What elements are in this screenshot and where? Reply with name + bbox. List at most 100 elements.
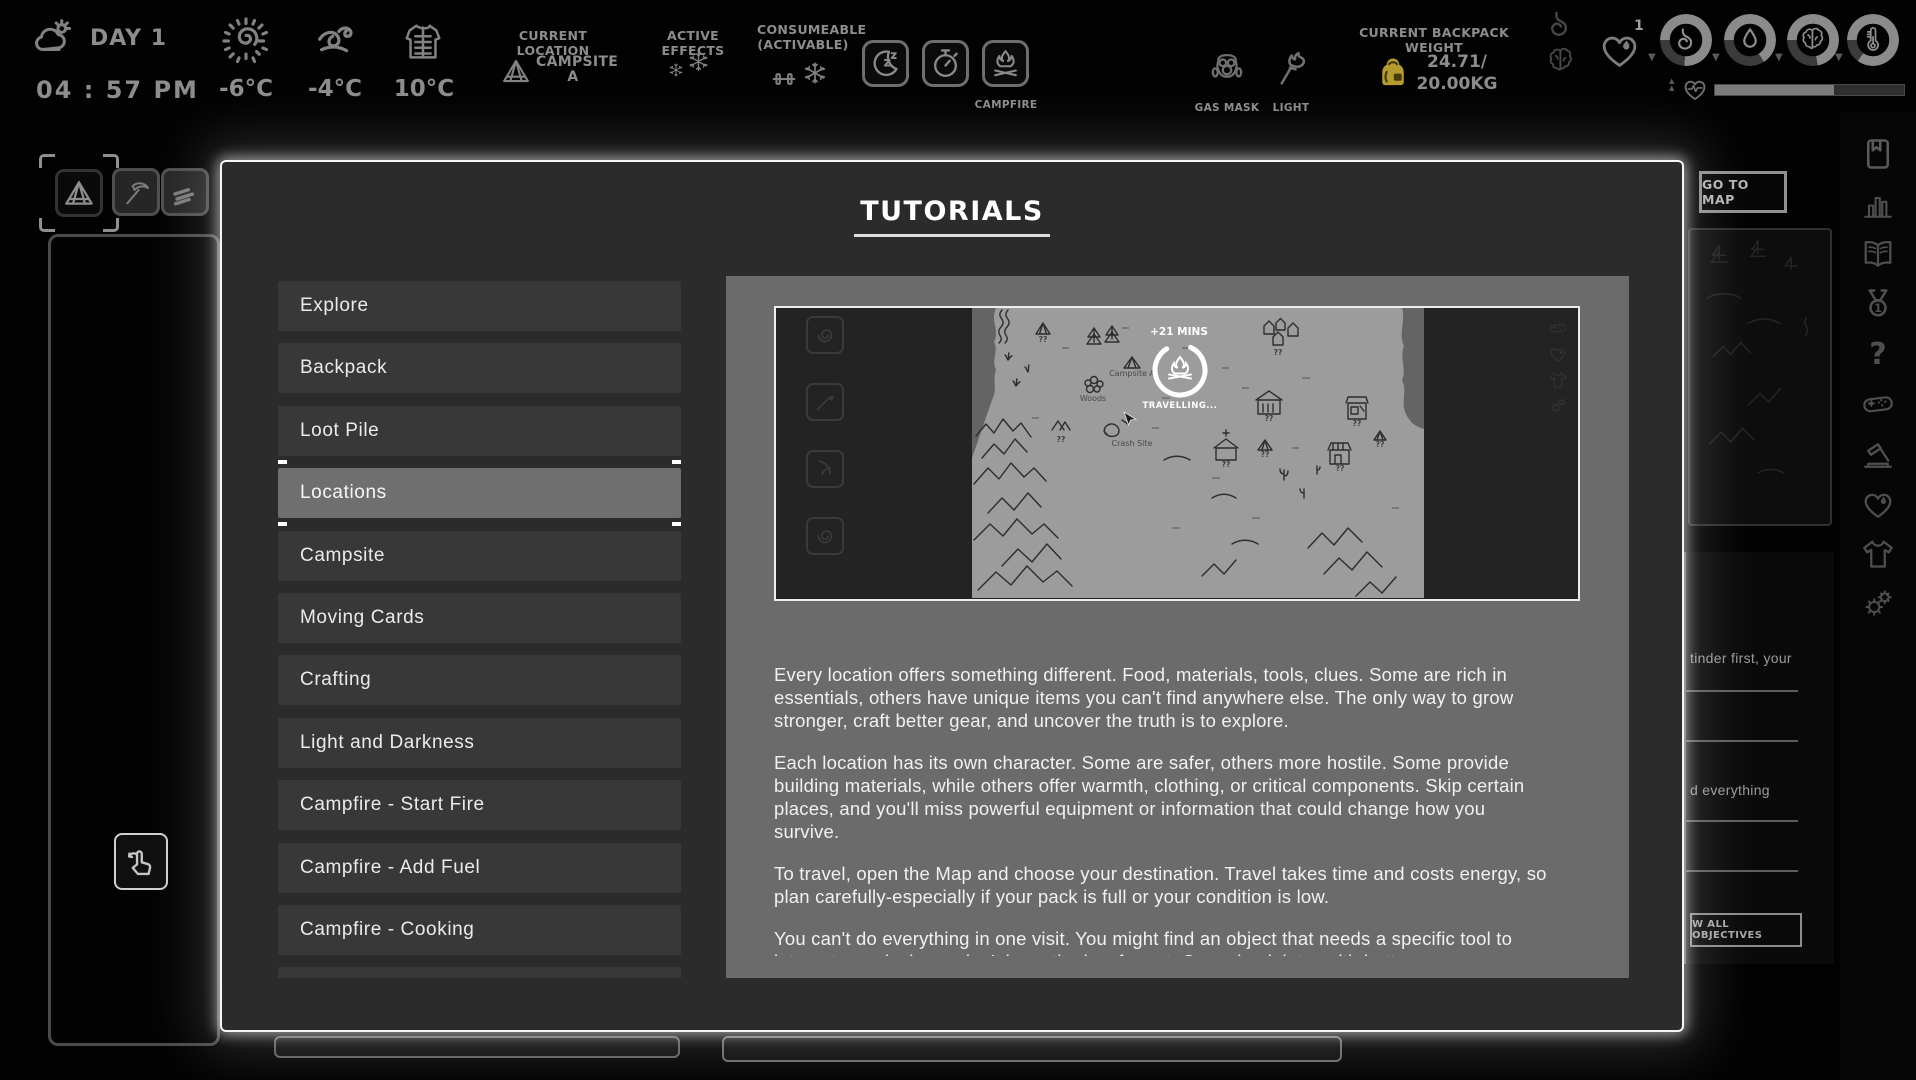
svg-text:1: 1 <box>1874 302 1882 315</box>
tutorial-topic-item[interactable]: Light and Darkness <box>278 718 681 768</box>
logs-icon <box>169 176 201 208</box>
campfire-icon <box>989 47 1022 80</box>
travelling-label: TRAVELLING... <box>1142 401 1217 411</box>
go-to-map-label: GO TO MAP <box>1702 177 1784 207</box>
tutorials-modal: TUTORIALS ExploreBackpackLoot PileLocati… <box>222 162 1682 1030</box>
svg-text:??: ?? <box>1376 440 1385 449</box>
tutorial-topic-item[interactable]: Explore <box>278 281 681 331</box>
tab-campsite[interactable] <box>48 162 110 224</box>
tent-tab-icon <box>63 177 95 209</box>
tab-wood[interactable] <box>161 168 209 216</box>
medal-icon[interactable]: 1 <box>1860 286 1896 322</box>
svg-text:??: ?? <box>1274 348 1283 357</box>
tutorial-topic-label: Campfire - Start Fire <box>300 794 485 816</box>
tutorial-text-line: essentials, others have unique items you… <box>774 686 1580 709</box>
backpack-icon <box>1374 50 1412 94</box>
tutorial-topic-item-partial[interactable] <box>278 967 681 978</box>
current-location-value: CAMPSITE A <box>536 55 610 85</box>
tutorial-text-line: You can't do everything in one visit. Yo… <box>774 927 1580 950</box>
svg-text:??: ?? <box>1353 419 1362 428</box>
svg-text:??: ?? <box>1039 335 1048 344</box>
tutorial-topic-item[interactable]: Loot Pile <box>278 406 681 456</box>
tutorial-text-line: interact, or a lock you don't have the k… <box>774 950 1580 956</box>
tutorial-topic-label: Moving Cards <box>300 607 424 629</box>
tutorial-image-frame: Campsite A Woods Crash Site ?? ?? ?? ?? … <box>774 306 1580 601</box>
pills-icon[interactable] <box>1860 386 1896 422</box>
tutorial-topic-label: Locations <box>300 482 387 504</box>
consumable-label: CONSUMEABLE (ACTIVABLE) <box>757 22 849 52</box>
clock-time: 04 : 57 PM <box>36 76 199 104</box>
gut-status-icon <box>1543 8 1577 42</box>
journal-icon[interactable] <box>1860 136 1896 172</box>
map-label-campsite: Campsite A <box>1109 369 1155 378</box>
health-bar <box>1714 84 1905 96</box>
objective-text-fragment: tinder first, your <box>1690 650 1792 666</box>
selection-bracket <box>672 460 681 476</box>
tutorial-topic-item[interactable]: Campsite <box>278 531 681 581</box>
tutorial-text-line: stronger, craft better gear, and uncover… <box>774 709 1580 732</box>
tutorial-topic-list: Explore Backpack Loot Pile Locations Campsit… <box>278 281 681 978</box>
tutorial-topic-item[interactable]: Campfire - Start Fire <box>278 780 681 830</box>
snowflake-icon <box>668 62 684 78</box>
tutorial-topic-item[interactable]: Crafting <box>278 655 681 705</box>
tutorial-topic-item[interactable]: Campfire - Add Fuel <box>278 843 681 893</box>
gauge-drop-indicator: ▼ <box>1835 52 1843 63</box>
selection-bracket <box>278 510 287 526</box>
tutorial-topic-label: Campsite <box>300 545 385 567</box>
health-icon[interactable] <box>1860 486 1896 522</box>
jacket-icon <box>400 13 446 71</box>
tutorial-topic-item[interactable]: Locations <box>278 468 681 518</box>
light-torch-icon[interactable] <box>1268 40 1312 92</box>
swipe-hand-icon <box>122 843 160 881</box>
view-all-objectives-button[interactable]: W ALL OBJECTIVES <box>1690 913 1802 947</box>
tab-mining[interactable] <box>112 168 160 216</box>
tutorial-topic-item[interactable]: Moving Cards <box>278 593 681 643</box>
help-icon[interactable]: ? <box>1860 336 1896 372</box>
dumbbell-icon <box>768 66 800 92</box>
swipe-hint-box[interactable] <box>114 833 168 890</box>
tutorial-text-line: To travel, open the Map and choose your … <box>774 862 1580 885</box>
minimap-panel <box>1688 228 1832 526</box>
hud-bar: DAY 1 04 : 57 PM -6°C -4°C 10°C CURRENT … <box>0 0 1916 120</box>
objective-text-fragment: d everything <box>1690 782 1770 798</box>
campfire-button-label: CAMPFIRE <box>971 98 1041 113</box>
travelling-spinner: +21 MINS TRAVELLING... <box>1142 326 1217 411</box>
sleep-button[interactable] <box>862 40 909 87</box>
slot-item-icon <box>812 523 838 549</box>
tutorial-topic-label: Light and Darkness <box>300 732 475 754</box>
bottom-panel-edge <box>274 1036 680 1058</box>
clothing-icon[interactable] <box>1860 536 1896 572</box>
gas-mask-icon[interactable] <box>1206 44 1248 92</box>
slot-item-icon <box>812 389 838 415</box>
wait-timer-button[interactable] <box>922 40 969 87</box>
tutorial-paragraph: Each location has its own character. Som… <box>774 751 1580 843</box>
book-icon[interactable] <box>1860 236 1896 272</box>
tutorial-text-line: plan carefully-especially if your pack i… <box>774 885 1580 908</box>
snowflake-burst-icon <box>802 60 828 86</box>
tutorial-text-line: survive. <box>774 820 1580 843</box>
tutorial-topic-item[interactable]: Backpack <box>278 343 681 393</box>
stats-icon[interactable] <box>1860 186 1896 222</box>
tutorial-topic-label: Explore <box>300 295 369 317</box>
tutorial-map-screenshot: Campsite A Woods Crash Site ?? ?? ?? ?? … <box>972 308 1424 598</box>
tutorial-topic-label: Backpack <box>300 357 387 379</box>
tutorial-topic-label: Loot Pile <box>300 420 379 442</box>
tent-icon <box>497 56 535 86</box>
hunger-icon <box>1671 25 1701 55</box>
settings-icon[interactable] <box>1860 586 1896 622</box>
campfire-button[interactable] <box>982 40 1029 87</box>
tutorial-text-line: Every location offers something differen… <box>774 663 1580 686</box>
go-to-map-button[interactable]: GO TO MAP <box>1699 171 1787 213</box>
vital-gauges: ▼▼▼▼ <box>1660 14 1910 74</box>
selection-bracket <box>672 510 681 526</box>
map-label-woods: Woods <box>1080 394 1106 403</box>
repair-icon[interactable] <box>1860 436 1896 472</box>
slot-item-icon <box>812 456 838 482</box>
screenshot-right-sidebar <box>1548 318 1568 416</box>
bottom-panel-edge <box>722 1036 1342 1062</box>
stopwatch-icon <box>929 47 962 80</box>
view-all-objectives-label: W ALL OBJECTIVES <box>1692 919 1800 941</box>
sleep-moon-icon <box>869 47 902 80</box>
tutorial-topic-item[interactable]: Campfire - Cooking <box>278 905 681 955</box>
slot-item-icon <box>812 322 838 348</box>
